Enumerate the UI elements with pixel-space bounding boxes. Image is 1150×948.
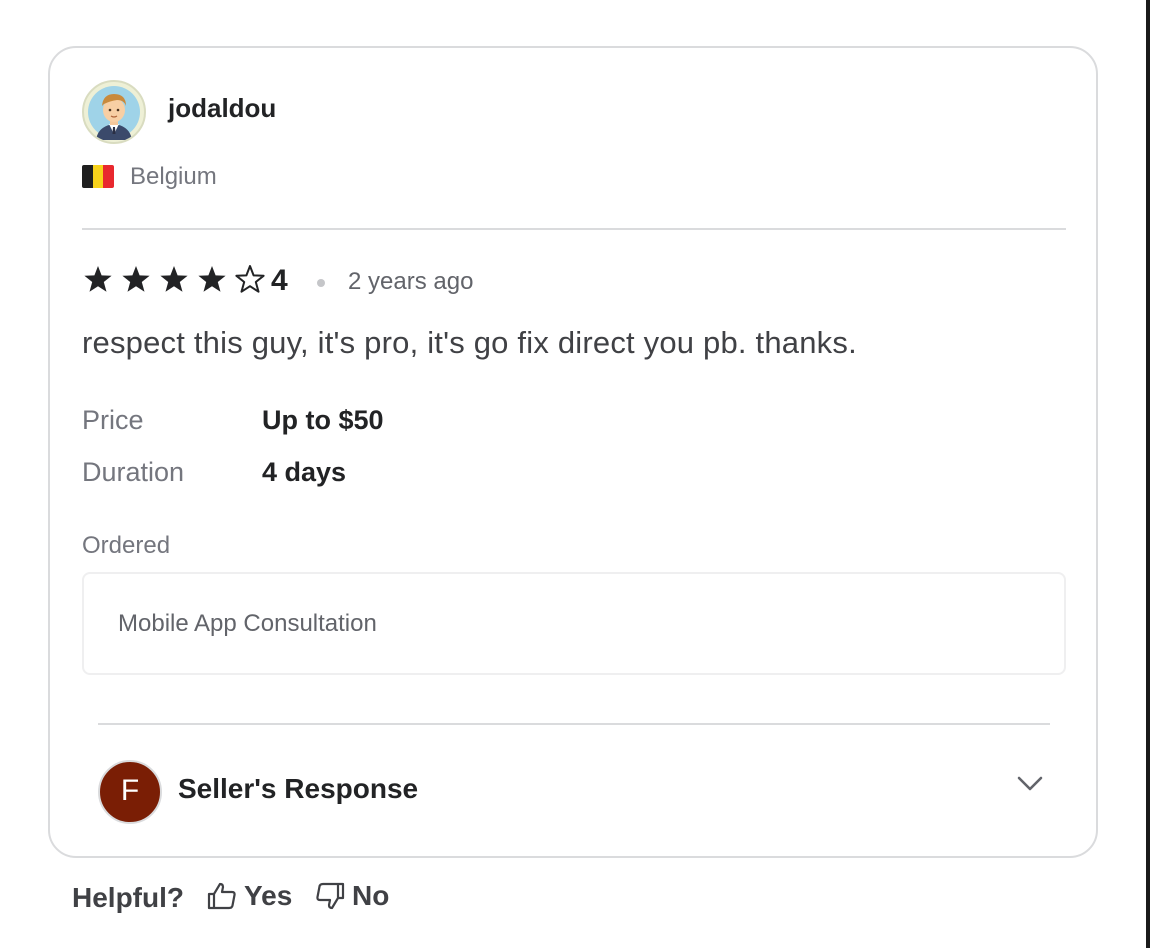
helpful-no-button[interactable]: No <box>314 880 389 912</box>
belgium-flag-icon <box>82 165 114 188</box>
price-value: Up to $50 <box>262 405 384 435</box>
ordered-item-box[interactable]: Mobile App Consultation <box>82 572 1066 675</box>
reviewer-country: Belgium <box>130 163 217 190</box>
duration-label: Duration <box>82 457 185 487</box>
helpful-yes-button[interactable]: Yes <box>206 880 292 912</box>
ordered-label: Ordered <box>82 532 171 559</box>
chevron-down-icon[interactable] <box>1014 770 1046 798</box>
separator-dot <box>317 279 325 287</box>
thumbs-up-icon <box>207 882 236 910</box>
star-filled-icon <box>198 266 226 292</box>
helpful-question: Helpful? <box>72 882 184 913</box>
ordered-item-name: Mobile App Consultation <box>118 610 377 637</box>
star-filled-icon <box>160 266 188 292</box>
header-divider <box>82 228 1066 230</box>
star-filled-icon <box>84 266 112 292</box>
review-text: respect this guy, it's pro, it's go fix … <box>82 325 857 360</box>
price-label: Price <box>82 405 144 435</box>
window-edge <box>1146 0 1150 948</box>
no-label: No <box>352 880 390 911</box>
response-divider <box>98 723 1050 725</box>
star-rating <box>82 263 272 297</box>
rating-value: 4 <box>271 264 288 297</box>
duration-value: 4 days <box>262 457 347 487</box>
reviewer-username[interactable]: jodaldou <box>168 93 276 124</box>
thumbs-down-icon <box>316 882 345 910</box>
star-filled-icon <box>122 266 150 292</box>
seller-avatar: F <box>98 760 162 824</box>
cartoon-man-avatar-icon <box>88 86 140 140</box>
seller-response-title[interactable]: Seller's Response <box>178 773 418 805</box>
star-empty-icon <box>235 265 265 293</box>
yes-label: Yes <box>244 880 293 911</box>
reviewer-avatar[interactable] <box>82 80 146 144</box>
review-time: 2 years ago <box>348 268 474 295</box>
